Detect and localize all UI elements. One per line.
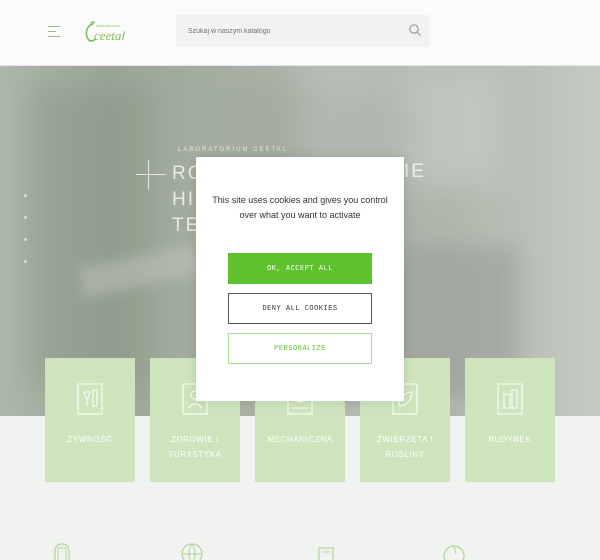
search-input[interactable] — [176, 15, 396, 47]
deny-all-cookies-button[interactable]: DENY ALL COOKIES — [228, 293, 372, 324]
site-header: laboratorium ceetal — [0, 0, 600, 66]
accept-all-cookies-button[interactable]: OK, ACCEPT ALL — [228, 253, 372, 284]
cookie-message: This site uses cookies and gives you con… — [212, 195, 388, 220]
hamburger-menu-icon[interactable] — [48, 24, 62, 38]
logo-wordmark: ceetal — [94, 28, 126, 43]
personalize-cookies-button[interactable]: PERSONALIZE — [228, 333, 372, 364]
site-logo[interactable]: laboratorium ceetal — [84, 20, 128, 44]
search-icon[interactable] — [408, 23, 422, 37]
cookie-consent-modal: This site uses cookies and gives you con… — [196, 157, 404, 401]
search-bar — [176, 15, 430, 47]
